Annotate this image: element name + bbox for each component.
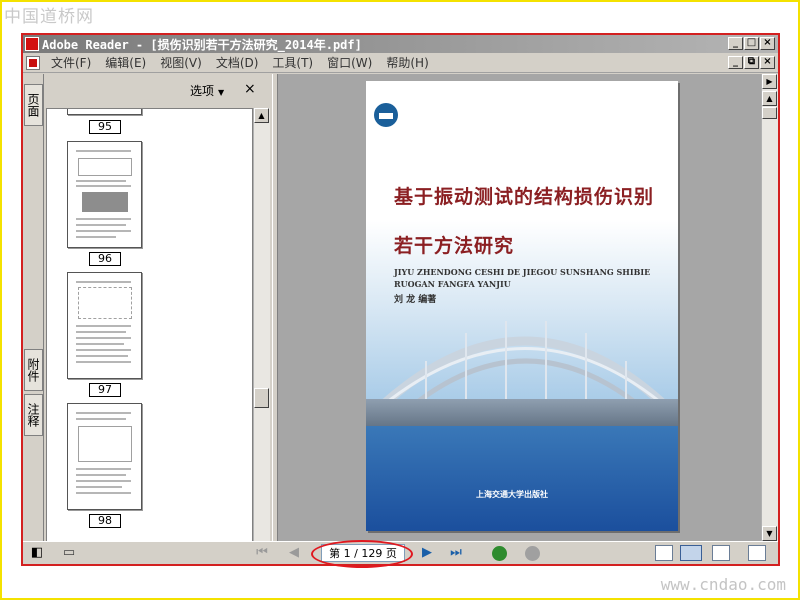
page-label-98: 98 <box>89 514 121 528</box>
tab-pages[interactable]: 页面 <box>24 84 43 126</box>
page-field-highlight <box>311 540 413 568</box>
previous-page-icon[interactable]: ◀ <box>285 545 303 561</box>
close-button[interactable]: × <box>760 37 775 50</box>
options-label: 选项 <box>190 84 215 98</box>
thumbnail-panel: 选项 ▼ × 95 96 97 98 ▲ <box>44 74 272 558</box>
site-url-watermark: www.cndao.com <box>660 575 786 594</box>
scroll-up-icon[interactable]: ▲ <box>254 108 269 123</box>
scroll-down-icon[interactable]: ▼ <box>762 526 777 541</box>
chevron-down-icon: ▼ <box>218 88 225 97</box>
cover-author: 刘 龙 编著 <box>394 295 437 305</box>
menu-tools[interactable]: 工具(T) <box>265 54 320 71</box>
document-scrollbar-thumb[interactable] <box>762 107 777 119</box>
menu-file[interactable]: 文件(F) <box>44 54 98 71</box>
split-view-arrow-icon[interactable]: ▶ <box>762 74 777 89</box>
menu-bar: 文件(F) 编辑(E) 视图(V) 文档(D) 工具(T) 窗口(W) 帮助(H… <box>23 53 778 73</box>
doc-close-button[interactable]: × <box>760 56 775 69</box>
scroll-up-icon[interactable]: ▲ <box>762 91 777 106</box>
panel-toggle-icon[interactable]: ◧ <box>28 545 46 561</box>
cover-water <box>366 426 678 531</box>
menu-window[interactable]: 窗口(W) <box>320 54 379 71</box>
go-back-icon[interactable] <box>492 546 507 561</box>
next-page-icon[interactable]: ▶ <box>418 545 436 561</box>
menu-edit[interactable]: 编辑(E) <box>98 54 153 71</box>
tab-comments[interactable]: 注释 <box>24 394 43 436</box>
window-controls: _ □ × <box>728 37 775 50</box>
page-label-96: 96 <box>89 252 121 266</box>
menu-view[interactable]: 视图(V) <box>153 54 209 71</box>
cover-pinyin-line1: JIYU ZHENDONG CESHI DE JIEGOU SUNSHANG S… <box>394 267 651 277</box>
page-thumbnail-98[interactable] <box>67 403 142 510</box>
doc-minimize-button[interactable]: _ <box>728 56 743 69</box>
page-thumbnail-95[interactable] <box>67 109 142 115</box>
continuous-view-icon[interactable] <box>680 545 702 561</box>
cover-publisher: 上海交通大学出版社 <box>476 490 548 499</box>
continuous-facing-view-icon[interactable] <box>748 545 766 561</box>
adobe-reader-window: Adobe Reader - [损伤识别若干方法研究_2014年.pdf] _ … <box>21 33 780 568</box>
cover-title-line2: 若干方法研究 <box>394 235 515 257</box>
last-page-icon[interactable]: ⏭ <box>447 545 465 561</box>
page-options-icon[interactable]: ▭ <box>60 545 78 561</box>
status-bar: ◧ ▭ ⏮ ◀ 第 1 / 129 页 ▶ ⏭ <box>23 540 778 568</box>
single-page-view-icon[interactable] <box>655 545 673 561</box>
document-scrollbar[interactable]: ▶ ▲ ▼ <box>761 74 778 541</box>
go-forward-icon[interactable] <box>525 546 540 561</box>
book-cover-page: 基于振动测试的结构损伤识别 若干方法研究 JIYU ZHENDONG CESHI… <box>366 81 678 531</box>
panel-close-button[interactable]: × <box>244 81 256 97</box>
minimize-button[interactable]: _ <box>728 37 743 50</box>
menu-document[interactable]: 文档(D) <box>209 54 266 71</box>
thumbnail-scrollbar[interactable]: ▲ ▼ <box>253 108 270 558</box>
page-label-97: 97 <box>89 383 121 397</box>
cover-pinyin: JIYU ZHENDONG CESHI DE JIEGOU SUNSHANG S… <box>394 266 650 290</box>
maximize-button[interactable]: □ <box>744 37 759 50</box>
cover-title-line1: 基于振动测试的结构损伤识别 <box>394 186 655 208</box>
menu-help[interactable]: 帮助(H) <box>379 54 435 71</box>
site-logo: 中国道桥网 <box>4 7 94 27</box>
facing-view-icon[interactable] <box>712 545 730 561</box>
thumbnail-list[interactable]: 95 96 97 98 <box>46 108 253 558</box>
navigation-tab-strip: 页面 附件 注释 <box>23 74 44 541</box>
pdf-document-icon[interactable] <box>26 55 40 70</box>
adobe-reader-icon <box>25 37 39 51</box>
document-view[interactable]: 基于振动测试的结构损伤识别 若干方法研究 JIYU ZHENDONG CESHI… <box>278 74 761 541</box>
cover-pinyin-line2: RUOGAN FANGFA YANJIU <box>394 279 511 289</box>
page-label-95: 95 <box>89 120 121 134</box>
options-menu-button[interactable]: 选项 ▼ <box>190 82 224 99</box>
document-window-controls: _ ⧉ × <box>728 56 775 69</box>
series-emblem-icon <box>374 103 398 127</box>
scrollbar-thumb[interactable] <box>254 388 269 408</box>
doc-restore-button[interactable]: ⧉ <box>744 56 759 69</box>
page-thumbnail-97[interactable] <box>67 272 142 379</box>
title-bar[interactable]: Adobe Reader - [损伤识别若干方法研究_2014年.pdf] _ … <box>23 35 778 53</box>
tab-attachments[interactable]: 附件 <box>24 349 43 391</box>
window-title: Adobe Reader - [损伤识别若干方法研究_2014年.pdf] <box>42 37 362 52</box>
thumbnail-panel-header: 选项 ▼ × <box>44 74 272 108</box>
first-page-icon[interactable]: ⏮ <box>253 545 271 561</box>
page-thumbnail-96[interactable] <box>67 141 142 248</box>
